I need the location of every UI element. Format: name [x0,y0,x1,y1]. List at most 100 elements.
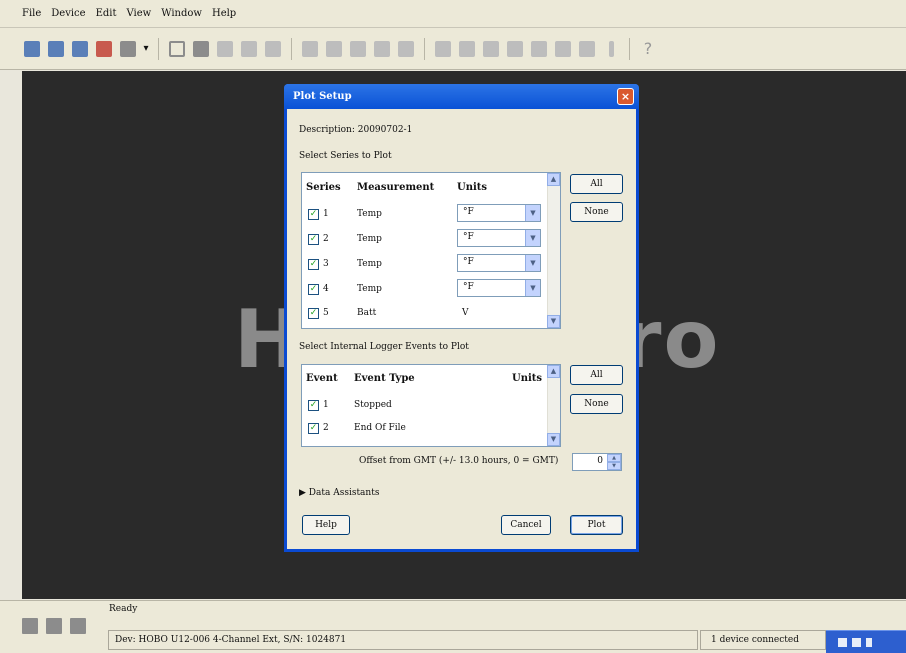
events-none-button[interactable]: None [570,394,623,414]
data-assistants-toggle[interactable]: ▶ Data Assistants [299,488,379,498]
tray-keyboard-icon[interactable] [852,637,861,647]
spin-down-icon[interactable]: ▼ [607,462,621,470]
close-icon[interactable]: × [617,88,634,105]
pointer-icon[interactable] [300,39,320,59]
spin-up-icon[interactable]: ▲ [607,454,621,462]
status-icon[interactable] [70,39,90,59]
help-question-icon[interactable]: ? [638,39,658,59]
chevron-down-icon[interactable]: ▼ [525,255,540,271]
text-tool-icon[interactable] [396,39,416,59]
units-dropdown[interactable]: °F ▼ [457,254,541,272]
description-label: Description: 20090702-1 [299,125,413,135]
series-section-label: Select Series to Plot [299,151,392,161]
plot-setup-dialog: Plot Setup × Description: 20090702-1 Sel… [284,84,639,552]
menu-help[interactable]: Help [212,8,236,19]
events-list[interactable]: ▲ ▼ Event Event Type Units ✓ 1 Stopped ✓… [301,364,561,447]
chevron-down-icon[interactable]: ▼ [525,230,540,246]
series-list[interactable]: ▲ ▼ Series Measurement Units ✓ 1 Temp °F… [301,172,561,329]
units-value: V [462,308,469,318]
status-bar: Ready Dev: HOBO U12-006 4-Channel Ext, S… [0,600,906,653]
print-icon[interactable] [239,39,259,59]
chevron-down-icon[interactable]: ▼ [525,205,540,221]
point-icon[interactable] [348,39,368,59]
scroll-down-icon[interactable]: ▼ [547,315,560,328]
series-measurement: Temp [357,259,382,269]
plot-icon[interactable] [118,39,138,59]
menu-device[interactable]: Device [51,8,85,19]
series-checkbox[interactable]: ✓ [308,234,319,245]
new-window-icon[interactable] [167,39,187,59]
series-none-button[interactable]: None [570,202,623,222]
series-checkbox[interactable]: ✓ [308,308,319,319]
dialog-title: Plot Setup [293,91,352,102]
scroll-up-icon[interactable]: ▲ [547,365,560,378]
cancel-button[interactable]: Cancel [501,515,551,535]
grid-icon[interactable] [505,39,525,59]
units-value: °F [463,207,474,217]
toolbar-separator [158,37,159,60]
event-type: End Of File [354,423,406,433]
series-measurement: Temp [357,234,382,244]
zoom-tool-icon[interactable] [372,39,392,59]
legend-icon[interactable] [529,39,549,59]
event-number: 2 [323,423,329,433]
series-checkbox[interactable]: ✓ [308,284,319,295]
header-event-units: Units [512,373,543,384]
stop-icon[interactable] [94,39,114,59]
series-checkbox[interactable]: ✓ [308,259,319,270]
series-scrollbar[interactable]: ▲ ▼ [547,173,560,328]
menu-file[interactable]: File [22,8,41,19]
series-number: 2 [323,234,329,244]
series-number: 1 [323,209,329,219]
series-checkbox[interactable]: ✓ [308,209,319,220]
tray-options-icon[interactable] [866,637,872,647]
series-measurement: Batt [357,308,377,318]
gmt-offset-input[interactable]: 0 ▲ ▼ [572,453,622,471]
menu-edit[interactable]: Edit [96,8,117,19]
chevron-down-icon[interactable]: ▼ [525,280,540,296]
dialog-titlebar[interactable]: Plot Setup × [284,84,639,109]
bar-icon[interactable] [601,39,621,59]
scroll-down-icon[interactable]: ▼ [547,433,560,446]
series-icon[interactable] [577,39,597,59]
table-icon[interactable] [191,39,211,59]
readout-icon[interactable] [46,39,66,59]
zoom-out-icon[interactable] [457,39,477,59]
toolbar-separator [424,37,425,60]
help-button[interactable]: Help [302,515,350,535]
units-value: °F [463,232,474,242]
events-scrollbar[interactable]: ▲ ▼ [547,365,560,446]
event-checkbox[interactable]: ✓ [308,423,319,434]
menu-window[interactable]: Window [161,8,202,19]
units-dropdown[interactable]: °F ▼ [457,204,541,222]
events-section-label: Select Internal Logger Events to Plot [299,342,469,352]
status-connected-panel: 1 device connected [700,630,826,650]
scroll-up-icon[interactable]: ▲ [547,173,560,186]
zoom-in-icon[interactable] [433,39,453,59]
header-measurement: Measurement [357,182,435,193]
tray-language-icon[interactable] [838,637,847,647]
plot-button[interactable]: Plot [570,515,623,535]
header-units: Units [457,182,488,193]
events-all-button[interactable]: All [570,365,623,385]
series-number: 4 [323,284,329,294]
status-window-icon[interactable] [22,618,38,634]
axis-icon[interactable] [553,39,573,59]
units-dropdown[interactable]: °F ▼ [457,279,541,297]
units-dropdown[interactable]: °F ▼ [457,229,541,247]
header-series: Series [306,182,341,193]
status-grid-icon[interactable] [70,618,86,634]
event-checkbox[interactable]: ✓ [308,400,319,411]
export-icon[interactable] [263,39,283,59]
series-all-button[interactable]: All [570,174,623,194]
series-measurement: Temp [357,284,382,294]
status-list-icon[interactable] [46,618,62,634]
fit-icon[interactable] [481,39,501,59]
crosshair-icon[interactable] [324,39,344,59]
menu-view[interactable]: View [127,8,152,19]
dropdown-arrow-icon[interactable]: ▾ [142,39,150,59]
toolbar-separator [629,37,630,60]
launch-icon[interactable] [22,39,42,59]
delete-icon[interactable] [215,39,235,59]
units-value: °F [463,282,474,292]
